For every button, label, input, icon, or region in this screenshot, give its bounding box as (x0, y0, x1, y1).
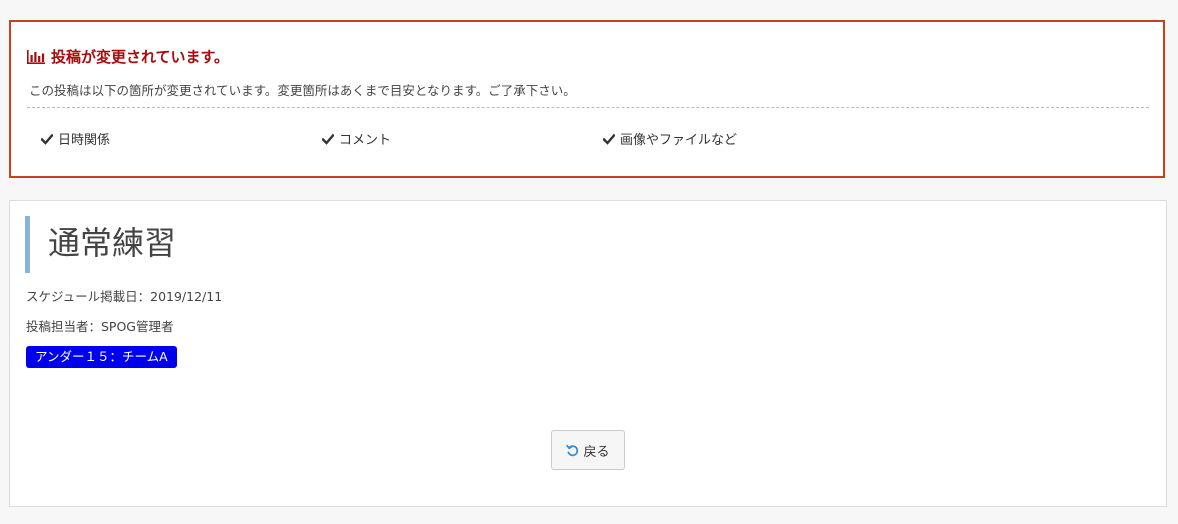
post-card: 通常練習 スケジュール掲載日：2019/12/11 投稿担当者：SPOG管理者 … (9, 200, 1167, 507)
change-notice: 投稿が変更されています。 この投稿は以下の箇所が変更されています。変更箇所はあく… (9, 20, 1165, 178)
check-icon (41, 133, 53, 145)
post-title: 通常練習 (48, 224, 177, 262)
change-item-comment: コメント (322, 129, 391, 148)
change-item-label: 日時関係 (58, 133, 111, 148)
notice-description: この投稿は以下の箇所が変更されています。変更箇所はあくまで目安となります。ご了承… (29, 83, 576, 98)
notice-title-text: 投稿が変更されています。 (51, 48, 230, 66)
change-item-label: コメント (339, 133, 392, 148)
back-button[interactable]: 戻る (551, 430, 625, 470)
notice-divider (27, 107, 1149, 108)
back-button-label: 戻る (583, 444, 610, 460)
bar-chart-icon (27, 49, 45, 64)
title-accent-bar (25, 216, 30, 273)
change-item-datetime: 日時関係 (41, 129, 110, 148)
post-author: 投稿担当者：SPOG管理者 (26, 319, 174, 334)
change-item-files: 画像やファイルなど (603, 129, 737, 148)
change-item-label: 画像やファイルなど (620, 133, 738, 148)
team-tag: アンダー１５：チームA (26, 346, 177, 368)
undo-icon (566, 444, 579, 456)
check-icon (603, 133, 615, 145)
check-icon (322, 133, 334, 145)
schedule-date: スケジュール掲載日：2019/12/11 (26, 289, 223, 304)
notice-title: 投稿が変更されています。 (27, 46, 229, 67)
